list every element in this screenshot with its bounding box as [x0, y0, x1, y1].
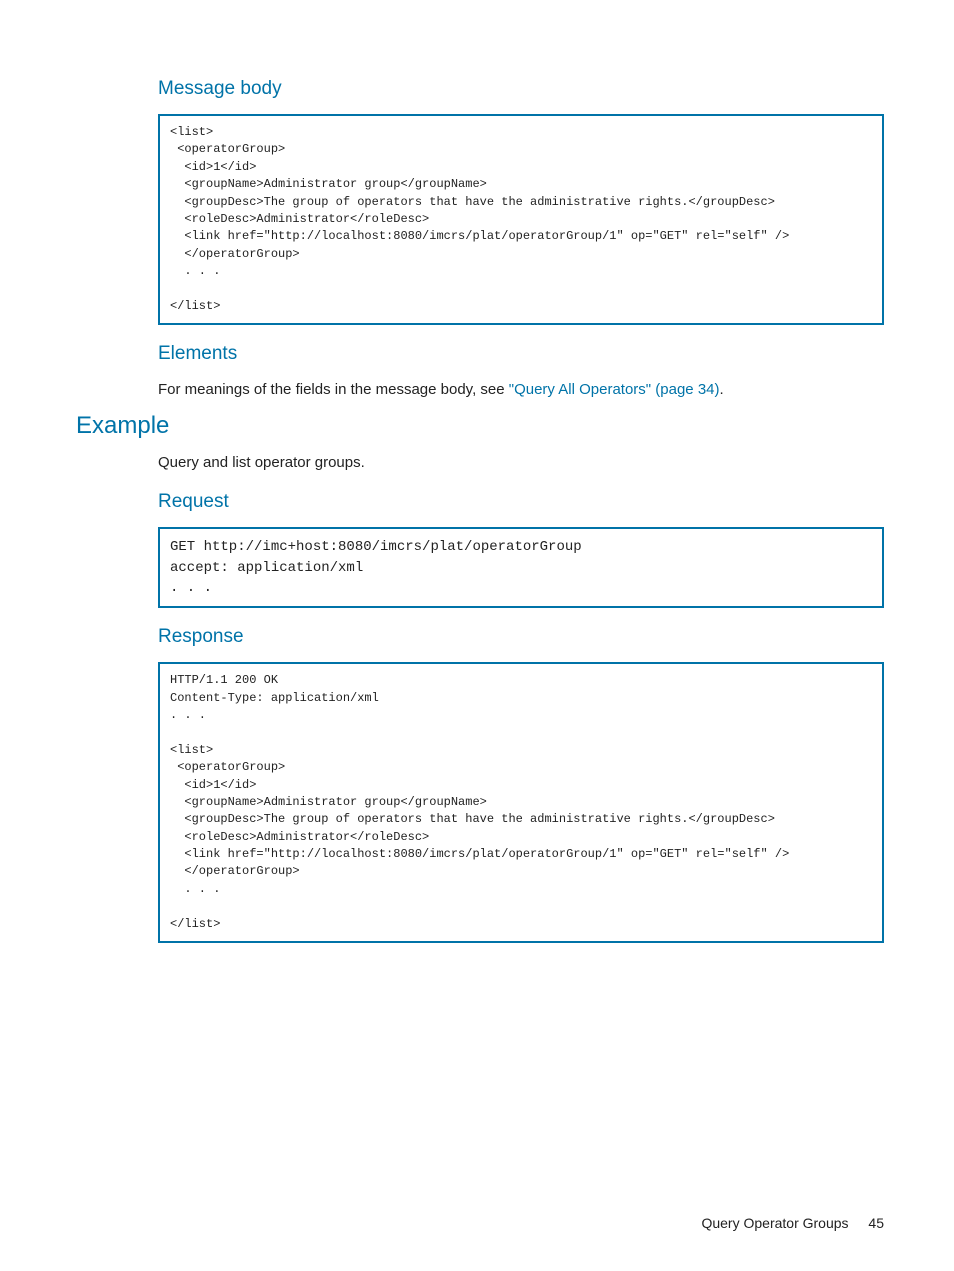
footer-label: Query Operator Groups	[701, 1215, 848, 1231]
elements-text-before: For meanings of the fields in the messag…	[158, 381, 509, 398]
example-intro: Query and list operator groups.	[158, 452, 884, 473]
message-body-heading: Message body	[158, 78, 884, 100]
example-heading: Example	[76, 412, 884, 440]
query-all-operators-link[interactable]: "Query All Operators" (page 34)	[509, 381, 720, 398]
request-heading: Request	[158, 491, 884, 513]
elements-heading: Elements	[158, 343, 884, 365]
response-code: HTTP/1.1 200 OK Content-Type: applicatio…	[158, 662, 884, 943]
page-footer: Query Operator Groups 45	[701, 1215, 884, 1231]
elements-text-after: .	[720, 381, 724, 398]
footer-page-number: 45	[868, 1215, 884, 1231]
elements-text: For meanings of the fields in the messag…	[158, 379, 884, 400]
message-body-code: <list> <operatorGroup> <id>1</id> <group…	[158, 114, 884, 325]
response-heading: Response	[158, 626, 884, 648]
request-code: GET http://imc+host:8080/imcrs/plat/oper…	[158, 527, 884, 608]
